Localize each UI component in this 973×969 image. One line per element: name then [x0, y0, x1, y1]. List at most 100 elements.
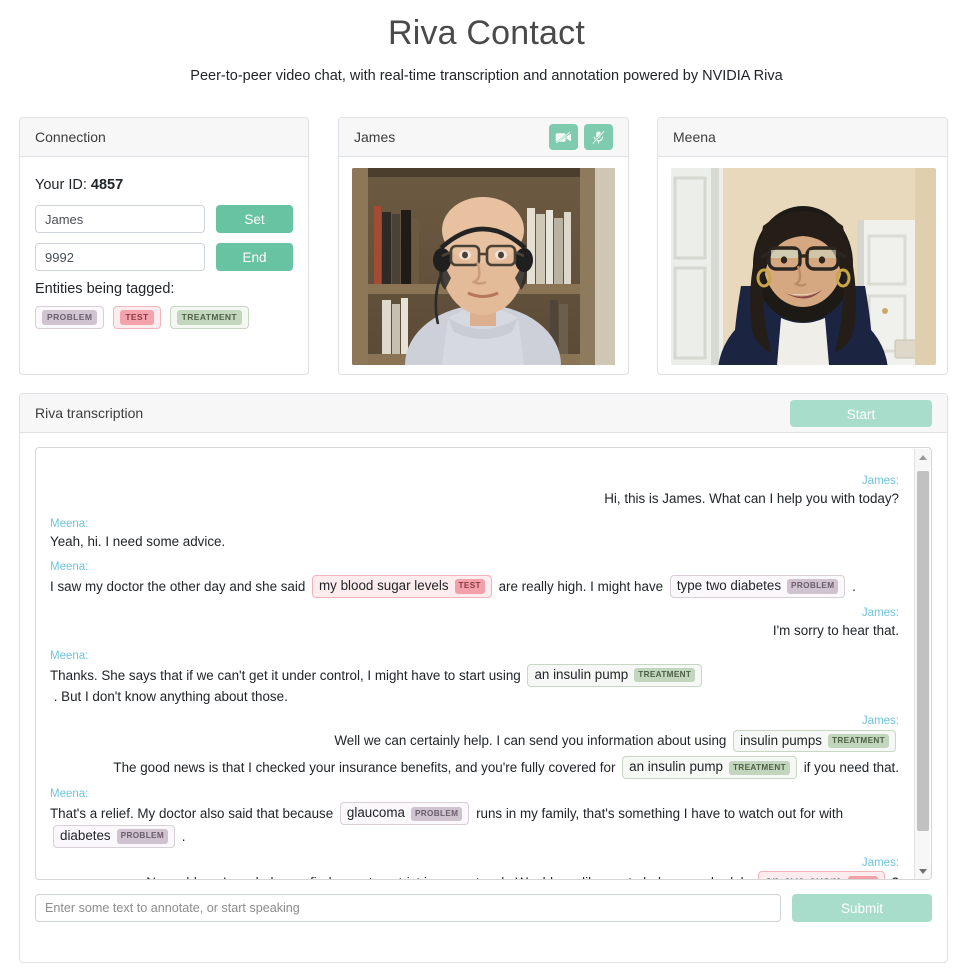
remote-video-frame [671, 168, 936, 365]
entity-chip-test[interactable]: my blood sugar levels TEST [312, 575, 492, 598]
entity-chip-label: TEST [847, 875, 878, 879]
transcript-speaker: Meena: [50, 560, 89, 573]
transcript-scrollbar[interactable] [914, 449, 931, 879]
your-id-label: Your ID: [35, 177, 87, 193]
app-root: Riva Contact Peer-to-peer video chat, wi… [0, 14, 973, 969]
local-video-card: James [338, 117, 629, 375]
your-id-value: 4857 [90, 177, 124, 193]
entity-chip-problem[interactable]: glaucoma PROBLEM [339, 802, 470, 826]
end-button[interactable]: End [216, 243, 293, 271]
local-video-actions [549, 124, 613, 150]
transcript-text: That's a relief. My doctor also said tha… [50, 806, 337, 822]
entity-chip-text: type two diabetes [676, 578, 782, 593]
entities-label: Entities being tagged: [35, 281, 175, 297]
entity-chip-treatment[interactable]: insulin pumps TREATMENT [733, 729, 896, 753]
transcript-speaker: James: [861, 856, 899, 869]
transcription-body: James: Hi, this is James. What can I help… [20, 433, 947, 880]
entity-chip-label: PROBLEM [787, 579, 839, 594]
entity-chip-test[interactable]: an eye exam TEST [757, 871, 885, 879]
entity-legend-problem[interactable]: PROBLEM [35, 306, 105, 329]
entity-chip-text: an insulin pump [629, 759, 723, 775]
transcript-message: Hi, this is James. What can I help you w… [50, 489, 899, 508]
peer-id-input[interactable] [35, 243, 205, 271]
entity-chip-label: PROBLEM [116, 829, 169, 844]
name-row: Set [35, 205, 293, 233]
local-video-stream[interactable] [352, 168, 615, 365]
transcript-box: James: Hi, this is James. What can I help… [35, 447, 932, 880]
transcript-message: Yeah, hi. I need some advice. [50, 532, 899, 551]
transcript-text: Hi, this is James. What can I help you w… [604, 491, 899, 507]
entity-chip-problem[interactable]: type two diabetes PROBLEM [669, 575, 846, 598]
local-video-title: James [354, 129, 396, 145]
connection-card-body: Your ID: 4857 Set End Entities being tag… [20, 157, 308, 343]
entity-chip-problem[interactable]: diabetes PROBLEM [53, 825, 176, 848]
camera-off-icon-button[interactable] [549, 124, 578, 150]
transcript-text: Yeah, hi. I need some advice. [50, 534, 226, 550]
transcript-message: That's a relief. My doctor also said tha… [50, 802, 899, 848]
entity-chip-treatment[interactable]: an insulin pump TREATMENT [622, 756, 797, 779]
microphone-muted-icon [592, 129, 605, 144]
transcript-text: Thanks. She says that if we can't get it… [50, 667, 525, 683]
transcript-speaker: Meena: [50, 788, 89, 800]
remote-video-title: Meena [673, 129, 716, 145]
scroll-down-arrow-icon[interactable] [915, 863, 931, 879]
entity-chip-text: insulin pumps [740, 732, 822, 748]
set-button[interactable]: Set [216, 205, 293, 233]
entity-chip-treatment[interactable]: an insulin pump TREATMENT [527, 663, 703, 687]
your-id-row: Your ID: 4857 [35, 177, 293, 193]
transcript-text: The good news is that I checked your ins… [113, 759, 620, 775]
transcript-message: I saw my doctor the other day and she sa… [50, 575, 899, 598]
transcription-header: Riva transcription Start [20, 394, 947, 433]
page-title: Riva Contact [387, 14, 586, 52]
transcript-message: I'm sorry to hear that. [50, 621, 899, 640]
connection-card-header: Connection [20, 118, 308, 157]
entity-chip-text: an insulin pump [534, 666, 629, 682]
transcript-speaker: Meena: [50, 649, 89, 662]
scrollbar-thumb[interactable] [917, 471, 929, 831]
remote-video-stream[interactable] [671, 168, 936, 365]
transcript-message: Well we can certainly help. I can send y… [50, 729, 899, 753]
transcript-message: The good news is that I checked your ins… [50, 756, 899, 779]
annotate-row: Submit [20, 880, 947, 936]
entity-chip-label: TREATMENT [728, 760, 790, 775]
transcript-text: are really high. I might have [494, 578, 667, 594]
microphone-muted-icon-button[interactable] [584, 124, 613, 150]
transcription-card: Riva transcription Start James: Hi, this … [19, 393, 948, 963]
transcript-speaker: James: [861, 475, 899, 487]
transcript-text: ? [888, 873, 899, 879]
remote-video-card: Meena [657, 117, 948, 375]
transcript-text: . [178, 828, 186, 844]
start-button[interactable]: Start [790, 400, 932, 427]
transcript-message: No problem. I can help you find an optom… [50, 871, 899, 879]
scroll-up-arrow-icon[interactable] [915, 449, 931, 466]
transcript-text: I saw my doctor the other day and she sa… [50, 578, 310, 594]
transcript-speaker: Meena: [50, 517, 89, 530]
transcript-text: runs in my family, that's something I ha… [472, 806, 847, 822]
transcript-text: if you need that. [799, 759, 899, 775]
entity-legend-treatment[interactable]: TREATMENT [169, 306, 250, 329]
local-video-wrap [339, 157, 628, 378]
entity-chip-label: PROBLEM [410, 806, 463, 821]
entity-legend-label: PROBLEM [42, 310, 98, 325]
entity-legend-label: TEST [120, 310, 154, 325]
connection-card-title: Connection [35, 129, 106, 145]
local-video-header: James [339, 118, 628, 157]
entity-chip-text: glaucoma [346, 805, 405, 821]
connection-card: Connection Your ID: 4857 Set End Entitie… [19, 117, 309, 375]
transcript-text: . But I don't know anything about those. [50, 688, 288, 704]
display-name-input[interactable] [35, 205, 205, 233]
entity-chip-text: diabetes [60, 828, 111, 844]
entity-legend: PROBLEM TEST TREATMENT [35, 306, 293, 329]
transcript-text: . [848, 578, 856, 594]
submit-button[interactable]: Submit [792, 894, 932, 922]
remote-video-wrap [658, 157, 947, 378]
transcript-speaker: James: [861, 606, 899, 619]
transcript-text: Well we can certainly help. I can send y… [334, 733, 731, 749]
transcript-list: James: Hi, this is James. What can I help… [36, 448, 931, 879]
entity-chip-text: my blood sugar levels [319, 578, 449, 593]
entity-legend-test[interactable]: TEST [113, 306, 161, 329]
entity-chip-label: TREATMENT [827, 733, 889, 748]
annotate-input[interactable] [35, 894, 781, 922]
entity-chip-label: TREATMENT [634, 668, 696, 683]
page-subtitle: Peer-to-peer video chat, with real-time … [190, 68, 783, 84]
